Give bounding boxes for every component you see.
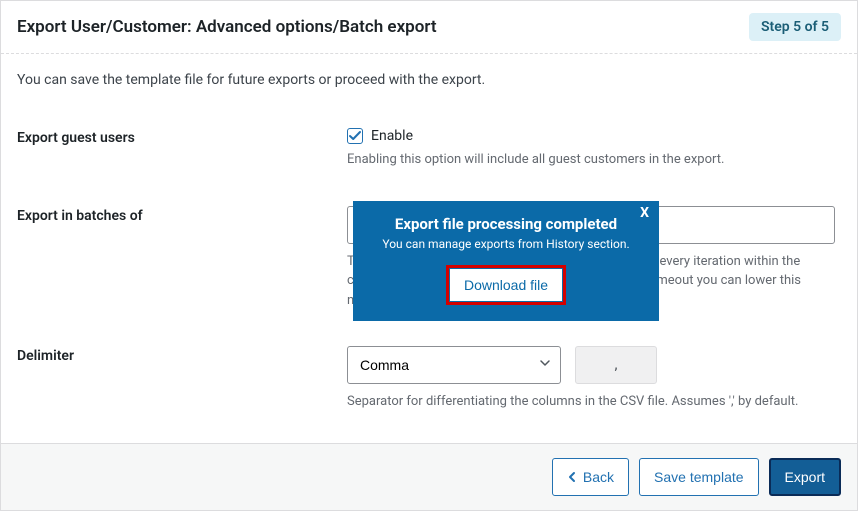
step-badge: Step 5 of 5 — [749, 13, 841, 41]
guest-users-label: Export guest users — [17, 128, 347, 170]
export-button[interactable]: Export — [769, 458, 841, 496]
enable-label: Enable — [371, 128, 413, 144]
export-button-label: Export — [785, 469, 825, 485]
guest-help-text: Enabling this option will include all gu… — [347, 150, 841, 170]
popup-title: Export file processing completed — [367, 215, 645, 233]
field-delimiter: Delimiter Comma , Separator for differen… — [17, 346, 841, 412]
enable-checkbox-row: Enable — [347, 128, 841, 144]
enable-checkbox[interactable] — [347, 128, 363, 144]
delimiter-help-text: Separator for differentiating the column… — [347, 392, 841, 412]
download-file-button[interactable]: Download file — [450, 269, 562, 301]
field-export-guest-users: Export guest users Enable Enabling this … — [17, 128, 841, 170]
page-title: Export User/Customer: Advanced options/B… — [17, 17, 437, 37]
check-icon — [349, 130, 361, 142]
back-button-label: Back — [583, 469, 614, 485]
delimiter-select[interactable]: Comma — [347, 346, 561, 384]
panel-footer: Back Save template Export — [1, 443, 857, 510]
panel-header: Export User/Customer: Advanced options/B… — [1, 1, 857, 54]
back-button[interactable]: Back — [552, 458, 629, 496]
delimiter-select-container: Comma — [347, 346, 561, 384]
popup-close-button[interactable]: X — [640, 205, 649, 221]
delimiter-char-box: , — [575, 346, 657, 384]
export-wizard-panel: Export User/Customer: Advanced options/B… — [0, 0, 858, 511]
download-highlight: Download file — [446, 265, 566, 305]
chevron-left-icon — [567, 471, 577, 483]
save-template-button[interactable]: Save template — [639, 458, 759, 496]
intro-text: You can save the template file for futur… — [17, 72, 841, 88]
guest-users-control: Enable Enabling this option will include… — [347, 128, 841, 170]
delimiter-select-row: Comma , — [347, 346, 841, 384]
popup-subtitle: You can manage exports from History sect… — [367, 237, 645, 251]
delimiter-control: Comma , Separator for differentiating th… — [347, 346, 841, 412]
save-template-label: Save template — [654, 469, 744, 485]
batches-label: Export in batches of — [17, 206, 347, 311]
export-complete-popup: X Export file processing completed You c… — [353, 201, 659, 321]
delimiter-label: Delimiter — [17, 346, 347, 412]
